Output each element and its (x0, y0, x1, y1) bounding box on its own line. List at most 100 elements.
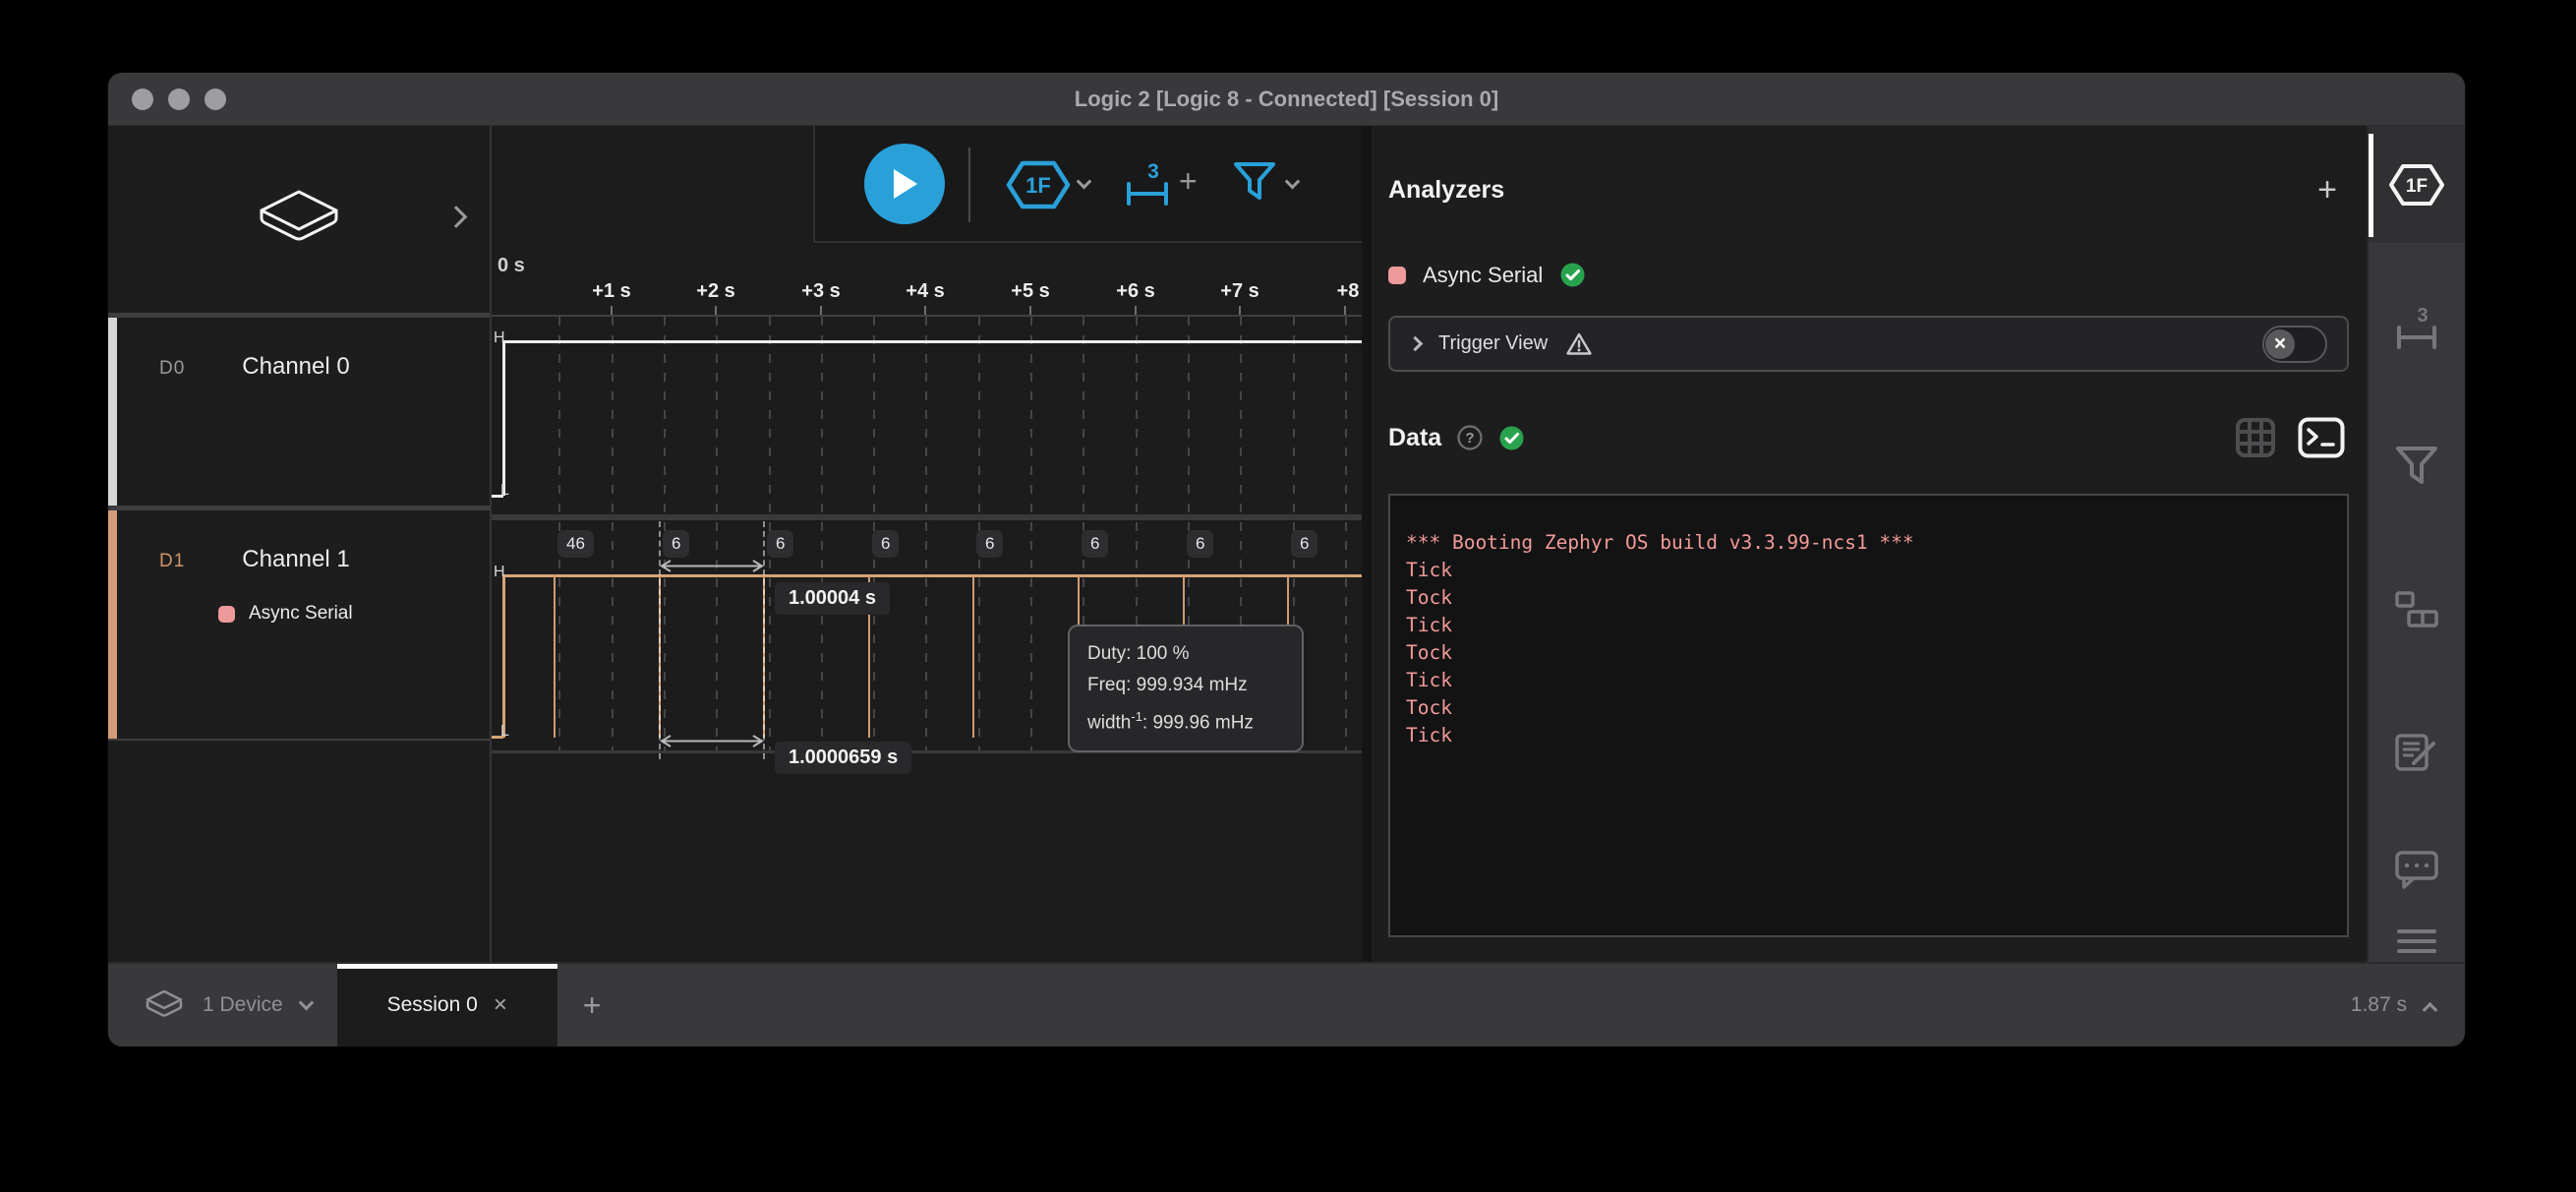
analyzer-item[interactable]: Async Serial (1388, 262, 2349, 288)
title-bar: Logic 2 [Logic 8 - Connected] [Session 0… (108, 73, 2465, 126)
ch1-signal-edge (502, 574, 505, 738)
expand-device-icon[interactable] (448, 209, 464, 230)
ch1-high-label: H (494, 564, 505, 581)
frame-count-badge[interactable]: 6 (1291, 530, 1317, 558)
device-icon (250, 185, 348, 254)
trigger-view-toggle[interactable]: × (2262, 326, 2327, 363)
trigger-dropdown-icon[interactable] (1287, 177, 1298, 195)
toggle-off-knob: × (2265, 329, 2295, 359)
channel-row-d1[interactable]: D1 Channel 1 Async Serial (108, 510, 490, 741)
frame-count-badge[interactable]: 6 (872, 530, 899, 558)
bottom-bar: 1 Device Session 0 × + 1.87 s (108, 962, 2465, 1046)
measurement-arrow-bottom (659, 734, 765, 748)
capture-mode-dropdown-icon[interactable] (1079, 177, 1089, 195)
new-session-button[interactable]: + (583, 987, 602, 1024)
measurement-tooltip: Duty: 100 % Freq: 999.934 mHz width-1: 9… (1068, 625, 1304, 752)
ch0-high-label: H (494, 329, 505, 347)
device-dropdown-icon[interactable] (298, 994, 314, 1010)
zoom-window-button[interactable] (205, 89, 226, 110)
timeline-ruler[interactable]: 0 s +1 s +2 s +3 s +4 s +5 s +6 s +7 s +… (492, 243, 1362, 317)
expand-trigger-view-icon[interactable] (1408, 336, 1424, 352)
measurement-right-edge[interactable] (763, 521, 765, 759)
close-window-button[interactable] (132, 89, 153, 110)
session-tab[interactable]: Session 0 × (337, 964, 557, 1046)
timeline-label: +4 s (906, 280, 944, 303)
device-selector[interactable]: 1 Device (144, 988, 312, 1022)
frame-count-badge[interactable]: 6 (767, 530, 793, 558)
measurements-icon[interactable]: 3 (1124, 162, 1171, 208)
row-divider[interactable] (492, 514, 1362, 520)
frame-count-badge[interactable]: 46 (557, 530, 594, 558)
close-session-icon[interactable]: × (494, 991, 507, 1019)
extensions-tab-icon[interactable] (2394, 589, 2439, 630)
timeline-label: +3 s (801, 280, 840, 303)
channel-d1-name[interactable]: Channel 1 (242, 546, 349, 573)
measurement-value-bottom: 1.0000659 s (775, 742, 911, 774)
frame-count-badge[interactable]: 6 (976, 530, 1003, 558)
ch1-pulse (554, 574, 556, 738)
trigger-view-row[interactable]: Trigger View × (1388, 316, 2349, 372)
ch1-pulse (972, 574, 974, 738)
warning-icon (1565, 331, 1593, 357)
svg-text:3: 3 (1147, 162, 1159, 183)
data-section-header: Data ? (1388, 417, 2349, 458)
triggers-tab-icon[interactable] (2395, 446, 2438, 491)
analyzer-ok-icon (1559, 262, 1586, 288)
terminal-output[interactable]: *** Booting Zephyr OS build v3.3.99-ncs1… (1388, 494, 2349, 937)
channel-d1-id: D1 (159, 551, 185, 572)
waveform-rows[interactable]: H L 46 6 6 6 6 6 6 6 H (492, 317, 1362, 752)
timeline-label: +5 s (1011, 280, 1049, 303)
ch1-signal-high (502, 574, 1362, 577)
terminal-line: Tick (1406, 612, 2331, 639)
app-window: Logic 2 [Logic 8 - Connected] [Session 0… (108, 73, 2465, 1046)
minimize-window-button[interactable] (168, 89, 190, 110)
capture-toolbar: 1F 3 + (813, 126, 1362, 243)
channel-row-d0[interactable]: D0 Channel 0 (108, 318, 490, 510)
help-icon[interactable]: ? (1457, 425, 1483, 450)
terminal-line: *** Booting Zephyr OS build v3.3.99-ncs1… (1406, 529, 2331, 557)
notes-tab-icon[interactable] (2394, 731, 2439, 774)
add-measurement-button[interactable]: + (1179, 165, 1198, 197)
frame-count-badge[interactable]: 6 (1082, 530, 1108, 558)
play-button[interactable] (864, 144, 945, 224)
timeline-label: +7 s (1220, 280, 1259, 303)
frame-count-badge[interactable]: 6 (1187, 530, 1213, 558)
ch0-signal-edge (502, 340, 505, 496)
timeline-label: +6 s (1116, 280, 1154, 303)
tab-analyzers-active[interactable]: 1F (2369, 126, 2465, 243)
capture-settings-icon[interactable]: 1F (2388, 161, 2445, 209)
waveform-viewport[interactable]: 0 s +1 s +2 s +3 s +4 s +5 s +6 s +7 s +… (492, 126, 1362, 962)
data-title: Data (1388, 424, 1441, 452)
measurement-value-top: 1.00004 s (775, 582, 890, 615)
menu-icon[interactable] (2396, 926, 2437, 956)
capture-duration-control[interactable]: 1.87 s (2351, 993, 2435, 1017)
timeline-label: +2 s (696, 280, 734, 303)
svg-text:?: ? (1466, 430, 1475, 447)
analyzer-color-swatch (218, 606, 235, 623)
measurement-left-edge[interactable] (659, 521, 661, 759)
ch0-signal-high (502, 340, 1362, 343)
capture-mode-icon[interactable]: 1F (1006, 158, 1071, 211)
terminal-view-icon[interactable] (2298, 417, 2345, 458)
measurement-arrow-top (659, 559, 765, 573)
svg-text:1F: 1F (2406, 176, 2428, 197)
channel-d0-name[interactable]: Channel 0 (242, 353, 349, 381)
feedback-tab-icon[interactable] (2394, 849, 2439, 890)
table-view-icon[interactable] (2235, 417, 2276, 458)
trigger-icon[interactable] (1232, 160, 1277, 208)
capture-duration: 1.87 s (2351, 993, 2407, 1017)
add-analyzer-button[interactable]: + (2317, 173, 2337, 207)
frame-count-badge[interactable]: 6 (663, 530, 689, 558)
device-panel[interactable] (108, 126, 490, 318)
terminal-line: Tock (1406, 639, 2331, 667)
active-tab-indicator (2369, 134, 2373, 237)
channel-d1-analyzer[interactable]: Async Serial (218, 603, 490, 625)
ch0-low-label: L (500, 482, 509, 500)
duration-expand-icon[interactable] (2423, 1001, 2438, 1017)
session-tab-label: Session 0 (387, 993, 478, 1017)
active-session-indicator (337, 964, 557, 969)
channel-d0-color-bar (108, 318, 117, 506)
measurements-tab-icon[interactable]: 3 (2394, 307, 2439, 350)
analyzers-title: Analyzers (1388, 176, 1504, 205)
traffic-lights (132, 89, 226, 110)
